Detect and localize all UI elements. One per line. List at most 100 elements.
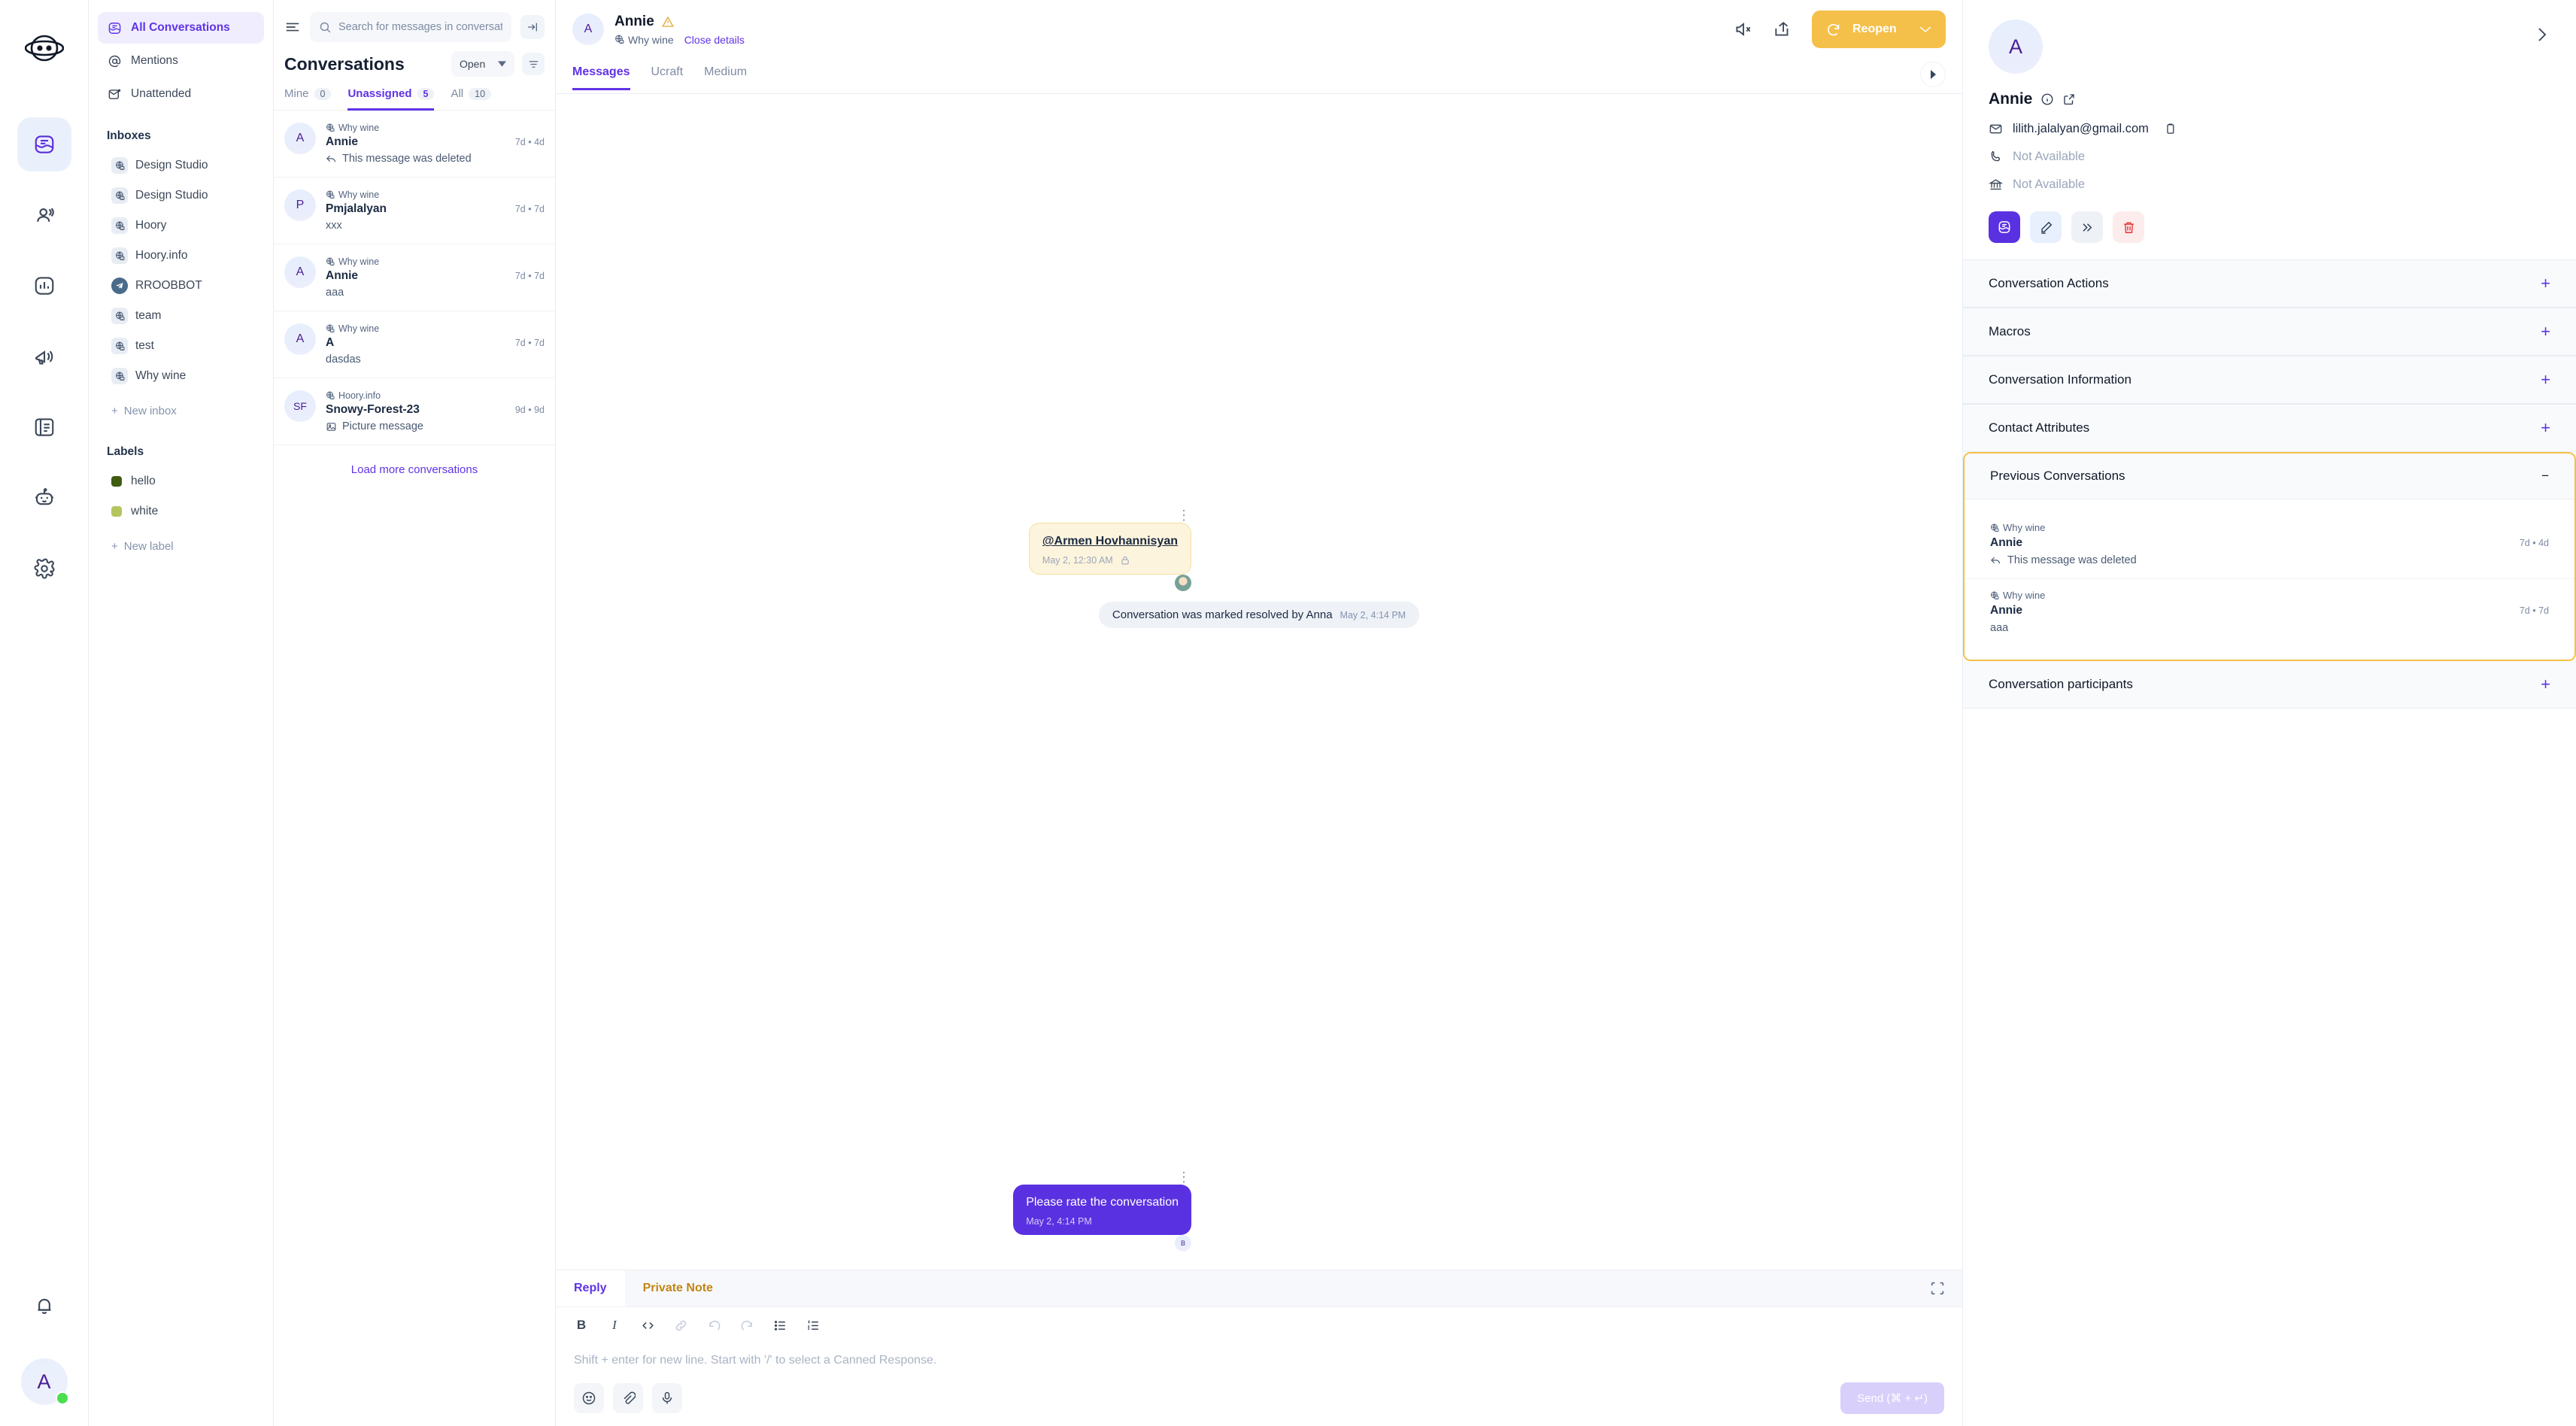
rail-item-campaigns[interactable]: [17, 329, 71, 384]
expand-toggle-icon[interactable]: +: [2541, 676, 2550, 693]
message-thread[interactable]: I need to get refunded Apr 19, 1:29 PM ⋮…: [556, 94, 1962, 1270]
tab-all[interactable]: All 10: [451, 87, 492, 111]
section-macros[interactable]: Macros +: [1963, 308, 2576, 356]
sidebar-inbox-rroobbot[interactable]: RROOBBOT: [98, 271, 264, 301]
sidebar-inbox-design-studio-2[interactable]: Design Studio: [98, 181, 264, 211]
hoory-logo-icon[interactable]: [17, 21, 71, 75]
sidebar-inbox-test[interactable]: test: [98, 331, 264, 361]
conversation-rows[interactable]: A Why wine Annie 7d • 4d This message wa…: [274, 111, 555, 1426]
merge-contact-button[interactable]: [2071, 211, 2103, 243]
conversation-list-item[interactable]: A Why wine Annie 7d • 7d aaa: [274, 244, 555, 311]
message-bubble-outgoing[interactable]: Please rate the conversation May 2, 4:14…: [1013, 1185, 1191, 1235]
tab-ucraft[interactable]: Ucraft: [651, 65, 684, 90]
previous-conversation-item[interactable]: Why wine Annie 7d • 7d aaa: [1965, 579, 2574, 646]
send-button[interactable]: Send (⌘ + ↵): [1840, 1382, 1944, 1414]
italic-icon[interactable]: I: [607, 1318, 622, 1333]
sidebar-item-mentions[interactable]: Mentions: [98, 45, 264, 77]
new-inbox-label: New inbox: [123, 404, 177, 417]
tab-private-note[interactable]: Private Note: [625, 1270, 731, 1306]
link-icon[interactable]: [673, 1318, 688, 1333]
mute-icon[interactable]: [1734, 20, 1753, 39]
contact-email[interactable]: lilith.jalalyan@gmail.com: [2013, 122, 2149, 136]
info-icon[interactable]: [2040, 93, 2054, 106]
conversation-inbox-label: Hoory.info: [338, 390, 381, 401]
expand-toggle-icon[interactable]: +: [2541, 275, 2550, 292]
previous-conversation-item[interactable]: Why wine Annie 7d • 4d This message was …: [1965, 511, 2574, 579]
message-menu-icon[interactable]: ⋮: [1176, 508, 1191, 523]
search-box[interactable]: [310, 12, 511, 42]
chevron-right-icon[interactable]: [2532, 26, 2550, 44]
close-details-button[interactable]: Close details: [684, 34, 745, 46]
avatar[interactable]: A: [20, 1358, 69, 1405]
rail-item-conversations[interactable]: [17, 117, 71, 171]
share-icon[interactable]: [1773, 20, 1792, 39]
section-contact-attributes[interactable]: Contact Attributes +: [1963, 404, 2576, 452]
sidebar-item-all-conversations[interactable]: All Conversations: [98, 12, 264, 44]
conversation-list-item[interactable]: P Why wine Pmjalalyan 7d • 7d xxx: [274, 177, 555, 244]
chevron-down-icon[interactable]: [1919, 25, 1932, 34]
previous-conversation-inbox-label: Why wine: [2003, 590, 2046, 601]
new-label-button[interactable]: + New label: [98, 531, 264, 561]
tab-reply[interactable]: Reply: [556, 1270, 625, 1306]
expand-toggle-icon[interactable]: +: [2541, 372, 2550, 388]
expand-icon[interactable]: [1929, 1280, 1962, 1297]
tab-messages[interactable]: Messages: [572, 65, 630, 90]
edit-contact-button[interactable]: [2030, 211, 2062, 243]
message-menu-icon[interactable]: ⋮: [1176, 1170, 1191, 1185]
section-conversation-actions[interactable]: Conversation Actions +: [1963, 259, 2576, 308]
sidebar-inbox-team[interactable]: team: [98, 301, 264, 331]
sidebar-label-white[interactable]: white: [98, 496, 264, 526]
rail-item-contacts[interactable]: [17, 188, 71, 242]
mention-link[interactable]: @Armen Hovhannisyan: [1042, 535, 1178, 548]
sidebar-item-label: Mentions: [131, 54, 178, 67]
sidebar-inbox-hoory[interactable]: Hoory: [98, 211, 264, 241]
expand-toggle-icon[interactable]: +: [2541, 420, 2550, 436]
tab-mine[interactable]: Mine 0: [284, 87, 332, 111]
section-conversation-information[interactable]: Conversation Information +: [1963, 356, 2576, 404]
delete-contact-button[interactable]: [2113, 211, 2144, 243]
external-link-icon[interactable]: [2062, 93, 2076, 106]
rail-item-settings[interactable]: [17, 542, 71, 596]
sidebar-inbox-design-studio-1[interactable]: Design Studio: [98, 150, 264, 181]
new-inbox-button[interactable]: + New inbox: [98, 396, 264, 426]
sidebar-item-unattended[interactable]: Unattended: [98, 78, 264, 110]
collapse-panel-icon[interactable]: [520, 15, 545, 39]
sidebar-inbox-why-wine[interactable]: Why wine: [98, 361, 264, 391]
bold-icon[interactable]: B: [574, 1318, 589, 1333]
microphone-icon[interactable]: [652, 1383, 682, 1413]
paperclip-icon[interactable]: [613, 1383, 643, 1413]
tabs-next-arrow-icon[interactable]: [1920, 62, 1946, 87]
section-conversation-participants[interactable]: Conversation participants +: [1963, 661, 2576, 708]
conversation-list-item[interactable]: A Why wine A 7d • 7d dasdas: [274, 311, 555, 378]
sidebar-inbox-hoory-info[interactable]: Hoory.info: [98, 241, 264, 271]
bullet-list-icon[interactable]: [772, 1318, 787, 1333]
hamburger-icon[interactable]: [284, 19, 301, 35]
status-filter-select[interactable]: Open: [451, 51, 514, 77]
bell-icon[interactable]: [17, 1279, 71, 1333]
undo-icon[interactable]: [706, 1318, 721, 1333]
reply-input-placeholder[interactable]: Shift + enter for new line. Start with '…: [556, 1337, 1962, 1367]
avatar: A: [1989, 20, 2043, 74]
tab-unassigned[interactable]: Unassigned 5: [347, 87, 435, 111]
copy-icon[interactable]: [2164, 123, 2177, 135]
conversation-list-item[interactable]: SF Hoory.info Snowy-Forest-23 9d • 9d Pi…: [274, 378, 555, 445]
rail-item-portal[interactable]: [17, 400, 71, 454]
reopen-button[interactable]: Reopen: [1812, 11, 1946, 48]
load-more-conversations-button[interactable]: Load more conversations: [274, 445, 555, 494]
search-input[interactable]: [338, 21, 502, 33]
previous-conversations-header[interactable]: Previous Conversations −: [1965, 454, 2574, 499]
conversation-list-item[interactable]: A Why wine Annie 7d • 4d This message wa…: [274, 111, 555, 177]
new-conversation-button[interactable]: [1989, 211, 2020, 243]
expand-toggle-icon[interactable]: +: [2541, 323, 2550, 340]
tab-medium[interactable]: Medium: [704, 65, 747, 90]
filter-icon[interactable]: [522, 53, 545, 75]
sidebar-label-hello[interactable]: hello: [98, 466, 264, 496]
collapse-toggle-icon[interactable]: −: [2541, 469, 2549, 484]
rail-item-reports[interactable]: [17, 259, 71, 313]
emoji-icon[interactable]: [574, 1383, 604, 1413]
private-note-bubble[interactable]: @Armen Hovhannisyan May 2, 12:30 AM: [1028, 523, 1191, 575]
numbered-list-icon[interactable]: [806, 1318, 821, 1333]
code-icon[interactable]: [640, 1318, 655, 1333]
redo-icon[interactable]: [739, 1318, 754, 1333]
rail-item-assistant[interactable]: [17, 471, 71, 525]
